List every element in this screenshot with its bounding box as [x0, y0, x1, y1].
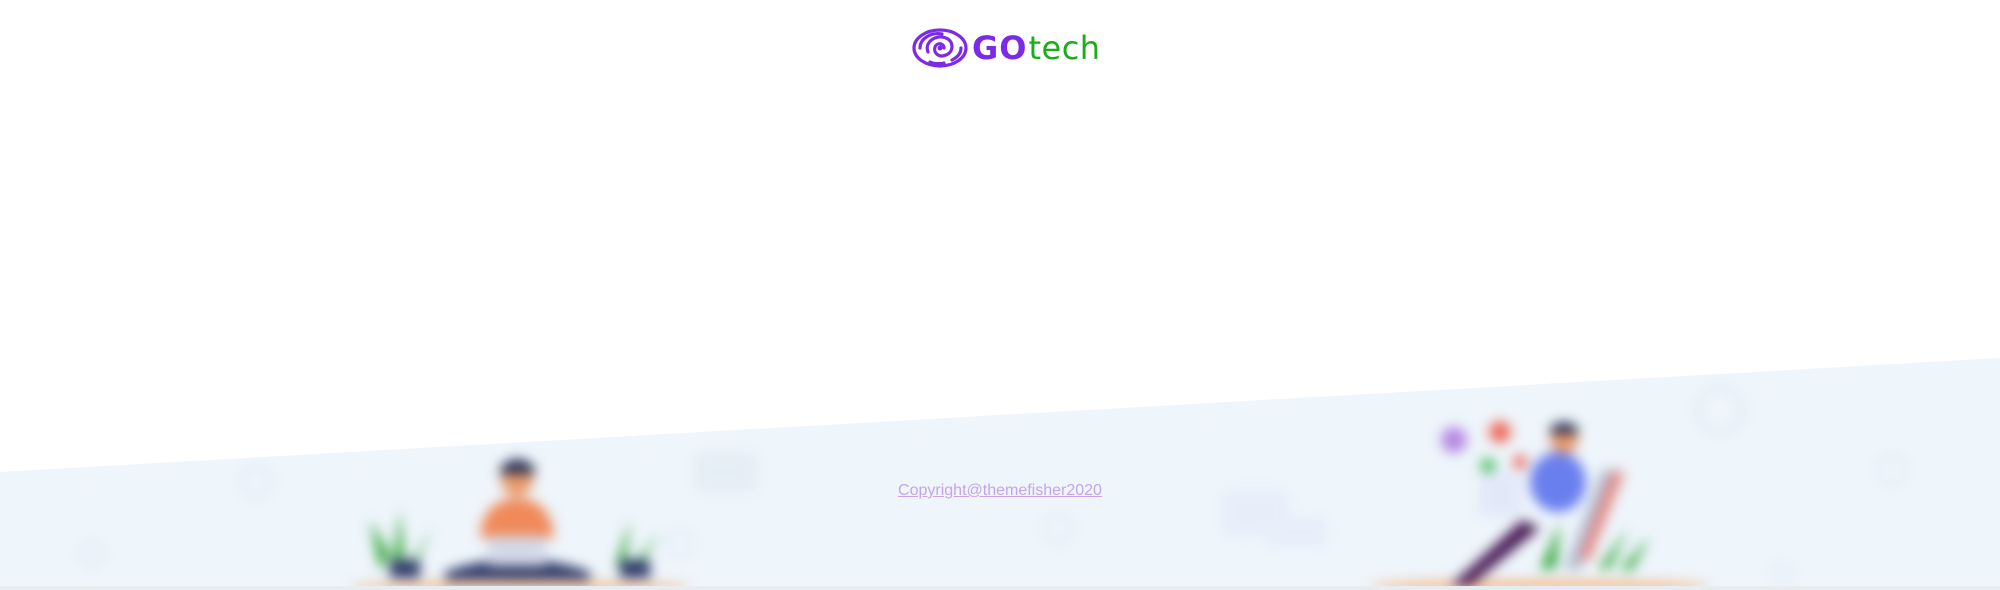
- site-header: GO tech: [0, 0, 2000, 100]
- logo-text-tech: tech: [1028, 29, 1101, 67]
- person-with-laptop-illustration: [350, 459, 690, 590]
- site-logo[interactable]: GO tech: [912, 26, 1101, 70]
- logo-text: GO tech: [972, 32, 1101, 64]
- footer-bottom-divider: [0, 586, 2000, 590]
- fingerprint-spiral-icon: [912, 28, 968, 68]
- copyright: Copyright@themefisher2020: [0, 482, 2000, 500]
- person-on-chair-illustration: [1370, 421, 1710, 590]
- logo-text-go: GO: [972, 29, 1028, 67]
- copyright-link[interactable]: Copyright@themefisher2020: [898, 482, 1102, 499]
- site-footer: Copyright@themefisher2020: [0, 340, 2000, 590]
